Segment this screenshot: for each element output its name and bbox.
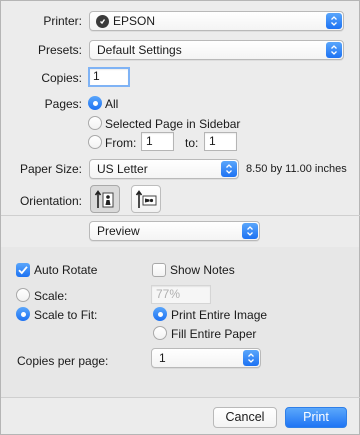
- pages-all-label: All: [105, 97, 119, 111]
- pages-to-field[interactable]: 1: [204, 132, 237, 151]
- print-entire-image-label: Print Entire Image: [171, 308, 268, 322]
- popup-stepper-icon: [326, 13, 342, 29]
- paper-size-label: Paper Size:: [19, 162, 82, 176]
- copies-field[interactable]: 1: [88, 67, 130, 87]
- scale-label: Scale:: [34, 289, 68, 303]
- scale-field[interactable]: 77%: [151, 285, 211, 304]
- scale-to-fit-label: Scale to Fit:: [34, 308, 98, 322]
- pages-selected-label: Selected Page in Sidebar: [105, 117, 241, 131]
- popup-stepper-icon: [326, 42, 342, 58]
- show-notes-label: Show Notes: [170, 263, 235, 277]
- pages-to-label: to:: [185, 136, 199, 150]
- show-notes-checkbox[interactable]: [152, 263, 166, 277]
- pages-all-radio[interactable]: [88, 96, 102, 110]
- popup-stepper-icon: [243, 350, 259, 366]
- section-popup-value: Preview: [97, 224, 140, 238]
- checkmark-icon: [18, 266, 28, 275]
- printer-label: Printer:: [43, 14, 82, 28]
- presets-popup[interactable]: Default Settings: [89, 40, 344, 60]
- presets-value: Default Settings: [97, 43, 182, 57]
- print-dialog: Printer: EPSON Presets: Default Settings…: [0, 0, 360, 435]
- pages-label: Pages:: [44, 97, 82, 111]
- footer-separator: [1, 397, 360, 398]
- scale-to-fit-radio[interactable]: [16, 307, 30, 321]
- print-button[interactable]: Print: [285, 407, 347, 428]
- landscape-orientation-button[interactable]: [131, 185, 161, 213]
- portrait-orientation-icon: [94, 188, 116, 213]
- copies-per-page-popup[interactable]: 1: [151, 348, 261, 368]
- fill-entire-paper-label: Fill Entire Paper: [171, 327, 257, 341]
- portrait-orientation-button[interactable]: [90, 185, 120, 213]
- printer-value: EPSON: [113, 14, 156, 28]
- cancel-button[interactable]: Cancel: [213, 407, 277, 428]
- popup-stepper-icon: [221, 161, 237, 177]
- auto-rotate-checkbox[interactable]: [16, 263, 30, 277]
- pages-from-label: From:: [105, 136, 137, 150]
- pages-from-radio[interactable]: [88, 135, 102, 149]
- popup-stepper-icon: [242, 223, 258, 239]
- printer-status-icon: [96, 15, 109, 28]
- copies-label: Copies:: [41, 71, 82, 85]
- presets-label: Presets:: [37, 43, 82, 57]
- print-entire-image-radio[interactable]: [153, 307, 167, 321]
- scale-radio[interactable]: [16, 288, 30, 302]
- landscape-orientation-icon: [135, 188, 157, 213]
- fill-entire-paper-radio[interactable]: [153, 326, 167, 340]
- pages-from-field[interactable]: 1: [141, 132, 174, 151]
- orientation-label: Orientation:: [19, 194, 82, 208]
- copies-per-page-label: Copies per page:: [17, 354, 109, 368]
- paper-size-popup[interactable]: US Letter: [89, 159, 239, 179]
- section-separator: [1, 215, 360, 216]
- pages-selected-radio[interactable]: [88, 116, 102, 130]
- paper-size-dimensions: 8.50 by 11.00 inches: [246, 163, 347, 175]
- copies-per-page-value: 1: [159, 351, 166, 365]
- paper-size-value: US Letter: [97, 162, 148, 176]
- printer-popup[interactable]: EPSON: [89, 11, 344, 31]
- auto-rotate-label: Auto Rotate: [34, 263, 98, 277]
- section-popup[interactable]: Preview: [89, 221, 260, 241]
